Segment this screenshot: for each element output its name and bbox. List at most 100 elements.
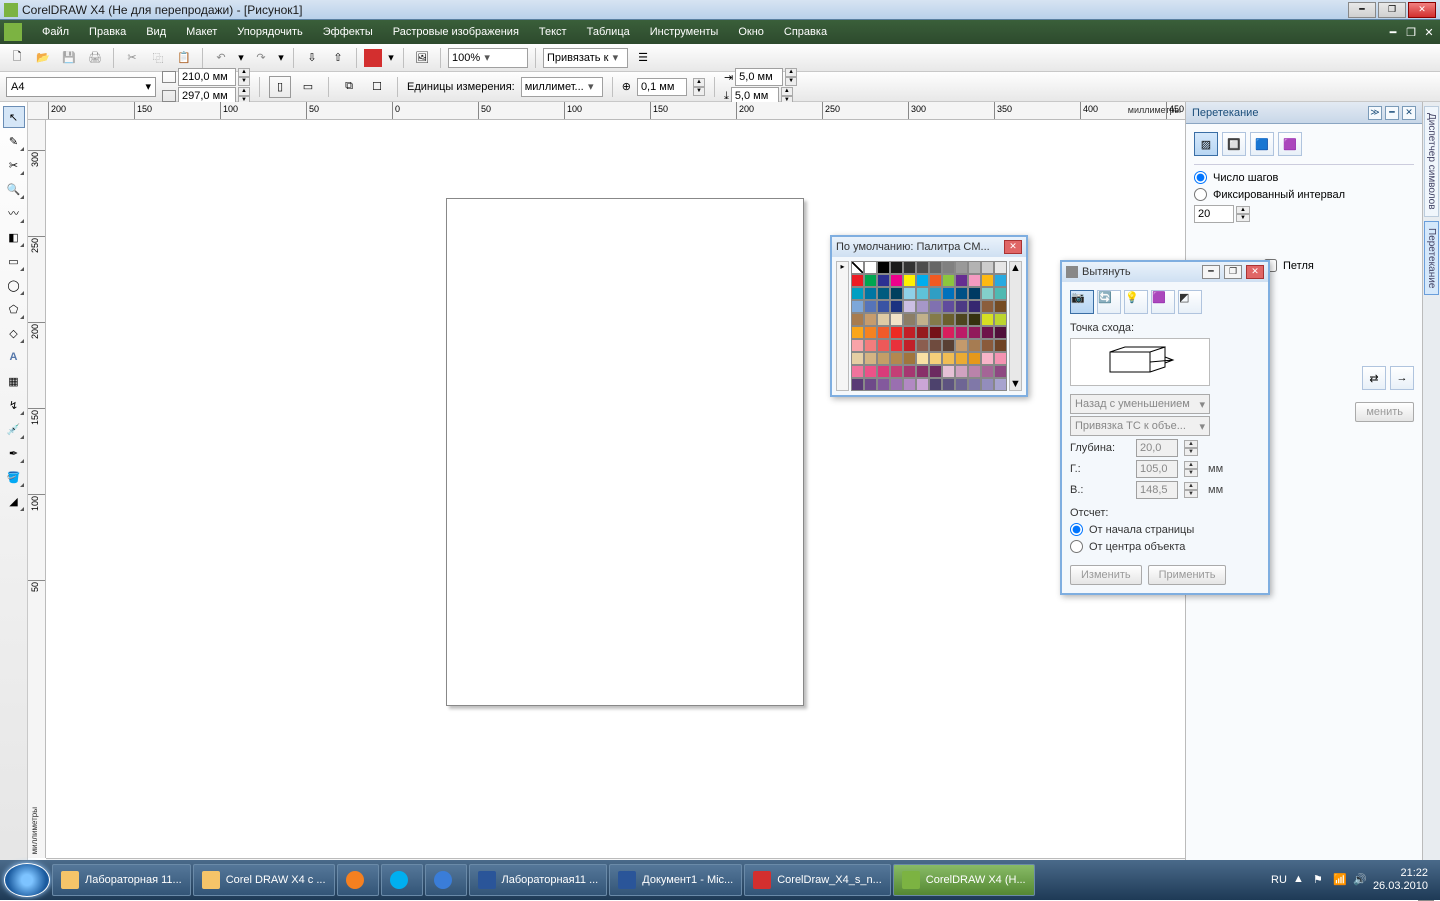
color-swatch[interactable]: [981, 287, 994, 300]
extrude-close-button[interactable]: ✕: [1246, 265, 1264, 279]
color-swatch[interactable]: [877, 326, 890, 339]
clock[interactable]: 21:22 26.03.2010: [1373, 867, 1428, 893]
tray-volume-icon[interactable]: 🔊: [1353, 873, 1367, 887]
spin-up-icon[interactable]: ▲: [1236, 206, 1250, 214]
color-swatch[interactable]: [981, 378, 994, 391]
palette-close-button[interactable]: ✕: [1004, 240, 1022, 254]
steps-radio[interactable]: [1194, 171, 1207, 184]
color-swatch[interactable]: [890, 326, 903, 339]
color-swatch[interactable]: [929, 339, 942, 352]
color-swatch[interactable]: [955, 261, 968, 274]
color-swatch[interactable]: [981, 313, 994, 326]
apply-button[interactable]: менить: [1355, 402, 1414, 422]
table-tool[interactable]: ▦: [3, 370, 25, 392]
maximize-button[interactable]: ❐: [1378, 2, 1406, 18]
vp-lock-combo[interactable]: Привязка TC к объе...▾: [1070, 416, 1210, 436]
taskbar-item[interactable]: CorelDRAW X4 (Н...: [893, 864, 1035, 896]
ext-tab-light[interactable]: 💡: [1124, 290, 1148, 314]
color-swatch[interactable]: [981, 261, 994, 274]
spin-down-icon[interactable]: ▼: [785, 77, 797, 86]
color-swatch[interactable]: [942, 313, 955, 326]
menu-window[interactable]: Окно: [728, 23, 774, 41]
color-swatch[interactable]: [864, 274, 877, 287]
docker-close-button[interactable]: ✕: [1402, 106, 1416, 120]
color-swatch[interactable]: [916, 261, 929, 274]
steps-input[interactable]: [1194, 205, 1234, 223]
docker-tab-symbols[interactable]: Диспетчер символов: [1424, 106, 1439, 217]
color-swatch[interactable]: [864, 378, 877, 391]
polygon-tool[interactable]: ⬠: [3, 298, 25, 320]
color-palette-window[interactable]: По умолчанию: Палитра CM... ✕ ▸ ▲▼: [830, 235, 1028, 397]
color-swatch[interactable]: [864, 352, 877, 365]
spin-up-icon[interactable]: ▲: [781, 87, 793, 96]
landscape-button[interactable]: ▭: [297, 76, 319, 98]
color-swatch[interactable]: [994, 287, 1007, 300]
spin-up-icon[interactable]: ▲: [785, 68, 797, 77]
color-swatch[interactable]: [968, 339, 981, 352]
color-swatch[interactable]: [864, 261, 877, 274]
color-swatch[interactable]: [877, 274, 890, 287]
taskbar-item[interactable]: Лабораторная 11...: [52, 864, 191, 896]
spin-up-icon[interactable]: ▲: [1184, 482, 1198, 490]
taskbar-item[interactable]: [425, 864, 467, 896]
color-swatch[interactable]: [851, 313, 864, 326]
extrude-type-combo[interactable]: Назад с уменьшением▾: [1070, 394, 1210, 414]
palette-scrollbar[interactable]: ▲▼: [1009, 261, 1022, 391]
menu-effects[interactable]: Эффекты: [313, 23, 383, 41]
color-swatch[interactable]: [968, 326, 981, 339]
basic-shapes-tool[interactable]: ◇: [3, 322, 25, 344]
color-swatch[interactable]: [851, 365, 864, 378]
zoom-combo[interactable]: 100% ▾: [448, 48, 528, 68]
color-swatch[interactable]: [877, 339, 890, 352]
color-swatch[interactable]: [942, 300, 955, 313]
apply-extrude-button[interactable]: Применить: [1148, 565, 1227, 585]
color-swatch[interactable]: [994, 300, 1007, 313]
doc-minimize-button[interactable]: ━: [1386, 26, 1400, 39]
horizontal-ruler[interactable]: миллиметры 20015010050050100150200250300…: [28, 102, 1185, 120]
current-page-button[interactable]: ☐: [366, 76, 388, 98]
color-swatch[interactable]: [968, 378, 981, 391]
rectangle-tool[interactable]: ▭: [3, 250, 25, 272]
start-button[interactable]: [4, 863, 50, 897]
color-swatch[interactable]: [877, 287, 890, 300]
undo-drop-icon[interactable]: ▾: [236, 47, 246, 69]
cut-button[interactable]: ✂: [121, 47, 143, 69]
color-swatch[interactable]: [890, 313, 903, 326]
app-launcher-drop-icon[interactable]: ▾: [386, 47, 396, 69]
undo-button[interactable]: ↶: [210, 47, 232, 69]
spin-up-icon[interactable]: ▲: [1184, 461, 1198, 469]
v-input[interactable]: [1136, 481, 1178, 499]
paper-size-select[interactable]: A4 ▾: [6, 77, 156, 97]
units-combo[interactable]: миллимет... ▾: [521, 77, 603, 97]
color-swatch[interactable]: [929, 365, 942, 378]
color-swatch[interactable]: [877, 365, 890, 378]
fill-tool[interactable]: 🪣: [3, 466, 25, 488]
color-swatch[interactable]: [851, 274, 864, 287]
spin-down-icon[interactable]: ▼: [1236, 214, 1250, 222]
color-swatch[interactable]: [955, 313, 968, 326]
save-button[interactable]: 💾: [58, 47, 80, 69]
spin-down-icon[interactable]: ▼: [238, 77, 250, 86]
color-swatch[interactable]: [942, 287, 955, 300]
spin-down-icon[interactable]: ▼: [693, 87, 705, 96]
color-swatch[interactable]: [890, 352, 903, 365]
color-swatch[interactable]: [890, 378, 903, 391]
color-swatch[interactable]: [851, 287, 864, 300]
color-swatch[interactable]: [916, 274, 929, 287]
color-swatch[interactable]: [968, 300, 981, 313]
interactive-fill-tool[interactable]: ◢: [3, 490, 25, 512]
docker-tab-blend[interactable]: Перетекание: [1424, 221, 1439, 295]
dup-x-input[interactable]: [735, 68, 783, 86]
color-swatch[interactable]: [955, 326, 968, 339]
color-swatch[interactable]: [851, 261, 864, 274]
color-swatch[interactable]: [903, 365, 916, 378]
redo-drop-icon[interactable]: ▾: [276, 47, 286, 69]
spin-up-icon[interactable]: ▲: [1184, 440, 1198, 448]
color-swatch[interactable]: [981, 274, 994, 287]
color-swatch[interactable]: [942, 274, 955, 287]
color-swatch[interactable]: [877, 300, 890, 313]
color-swatch[interactable]: [955, 365, 968, 378]
minimize-button[interactable]: ━: [1348, 2, 1376, 18]
app-launcher-button[interactable]: [364, 49, 382, 67]
docker-collapse-button[interactable]: ≫: [1368, 106, 1382, 120]
